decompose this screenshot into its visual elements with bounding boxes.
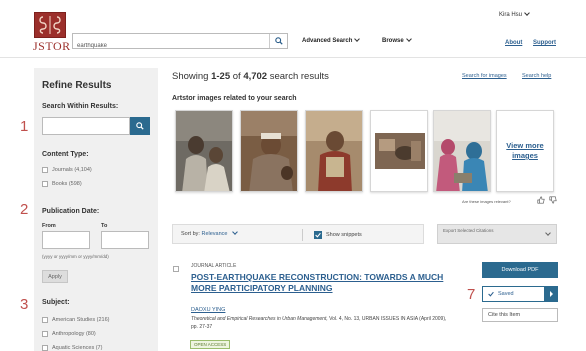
date-to-input[interactable] [101, 231, 149, 249]
subject-item-label: American Studies (216) [52, 317, 110, 323]
artstor-image-thumb[interactable] [370, 110, 428, 192]
sort-dropdown[interactable]: Sort by: Relevance [181, 229, 239, 237]
annotation-1: 1 [20, 118, 29, 135]
to-label: To [101, 223, 108, 229]
images-relevant-question: Are these images relevant? [462, 199, 511, 204]
subject-item-label: Anthropology (80) [52, 331, 96, 337]
checkbox[interactable] [42, 181, 48, 187]
search-images-link[interactable]: Search for images [462, 73, 507, 79]
export-label: Export Selected Citations [443, 228, 494, 233]
search-input[interactable] [73, 39, 263, 53]
view-more-images-link[interactable]: View more images [496, 110, 554, 192]
count-mid: of [230, 71, 244, 82]
cite-item-button[interactable]: Cite this Item [482, 308, 558, 322]
user-menu[interactable]: Kira Hsu [499, 10, 530, 18]
subject-label: Subject: [42, 299, 70, 306]
search-button[interactable] [269, 34, 287, 48]
chevron-down-icon [405, 36, 412, 42]
result-checkbox[interactable] [173, 266, 179, 272]
artstor-image-thumb[interactable] [305, 110, 363, 192]
count-total: 4,702 [243, 71, 268, 82]
artstor-heading: Artstor images related to your search [172, 95, 297, 102]
advanced-search-menu[interactable]: Advanced Search [302, 36, 361, 44]
search-icon [274, 37, 283, 45]
search-within-button[interactable] [130, 117, 150, 135]
date-from-input[interactable] [42, 231, 90, 249]
result-type: JOURNAL ARTICLE [191, 263, 237, 269]
result-title-link[interactable]: POST-EARTHQUAKE RECONSTRUCTION: TOWARDS … [191, 272, 453, 294]
count-prefix: Showing [172, 71, 212, 82]
checkbox[interactable] [42, 331, 48, 337]
checkmark-icon [315, 232, 321, 238]
apply-button[interactable]: Apply [42, 270, 68, 283]
search-help-link[interactable]: Search help [522, 73, 551, 79]
annotation-3: 3 [20, 296, 29, 313]
results-count: Showing 1-25 of 4,702 search results [172, 71, 329, 82]
artstor-image-thumb[interactable] [433, 110, 491, 192]
sort-label: Sort by: [181, 231, 200, 237]
results-toolbar: Sort by: Relevance Show snippets [172, 224, 424, 244]
content-type-books[interactable]: Books (598) [42, 181, 82, 187]
result-author-link[interactable]: DAOXU YING [191, 307, 225, 313]
browse-menu[interactable]: Browse [382, 36, 412, 44]
content-type-label-journals: Journals (4,104) [52, 167, 92, 173]
divider [302, 229, 303, 241]
sort-value: Relevance [201, 231, 228, 237]
chevron-down-icon [232, 229, 239, 235]
support-link[interactable]: Support [533, 40, 556, 46]
search-within-input[interactable] [42, 117, 130, 135]
user-name: Kira Hsu [499, 12, 523, 18]
search-icon [136, 122, 144, 130]
browse-label: Browse [382, 38, 404, 44]
refine-sidebar: Refine Results Search Within Results: Co… [34, 68, 158, 351]
checkmark-icon [488, 291, 494, 297]
result-journal: Theoretical and Empirical Researches in … [191, 316, 328, 322]
subject-item[interactable]: Aquatic Sciences (7) [42, 345, 102, 351]
saved-options-button[interactable] [544, 286, 558, 302]
advanced-search-label: Advanced Search [302, 38, 353, 44]
saved-button[interactable]: Saved [482, 286, 558, 302]
artstor-image-thumb[interactable] [240, 110, 298, 192]
checkbox[interactable] [42, 345, 48, 351]
about-link[interactable]: About [505, 40, 522, 46]
jstor-logo-mark[interactable] [34, 12, 66, 38]
count-range: 1-25 [211, 71, 231, 82]
result-source: Theoretical and Empirical Researches in … [191, 315, 453, 331]
chevron-right-icon [549, 291, 553, 297]
download-pdf-button[interactable]: Download PDF [482, 262, 558, 278]
checkbox[interactable] [42, 167, 48, 173]
relevance-feedback [537, 196, 557, 204]
date-format-hint: (yyyy or yyyy/mm or yyyy/mm/dd) [42, 254, 109, 259]
content-type-journals[interactable]: Journals (4,104) [42, 167, 92, 173]
refine-title: Refine Results [42, 80, 112, 91]
content-type-label: Content Type: [42, 151, 89, 158]
saved-label: Saved [498, 291, 514, 297]
search-bar [72, 33, 288, 53]
from-label: From [42, 223, 56, 229]
annotation-7: 7 [467, 286, 476, 303]
checkbox-checked[interactable] [314, 231, 322, 239]
show-snippets-toggle[interactable]: Show snippets [314, 231, 362, 239]
chevron-down-icon [354, 36, 361, 42]
publication-date-label: Publication Date: [42, 208, 100, 215]
jstor-logo-text[interactable]: JSTOR [33, 39, 71, 54]
checkbox[interactable] [42, 317, 48, 323]
subject-item[interactable]: American Studies (216) [42, 317, 109, 323]
open-access-badge: OPEN ACCESS [190, 340, 231, 349]
search-within-label: Search Within Results: [42, 103, 119, 110]
thumbs-down-icon[interactable] [549, 196, 557, 204]
thumbs-up-icon[interactable] [537, 196, 545, 204]
artstor-image-thumb[interactable] [175, 110, 233, 192]
count-suffix: search results [267, 71, 329, 82]
show-snippets-label: Show snippets [326, 232, 362, 238]
header: JSTOR Advanced Search Browse Kira Hsu Ab… [0, 0, 586, 58]
content-type-label-books: Books (598) [52, 181, 82, 187]
subject-item[interactable]: Anthropology (80) [42, 331, 96, 337]
chevron-down-icon [545, 230, 551, 236]
annotation-2: 2 [20, 201, 29, 218]
export-citations-dropdown[interactable]: Export Selected Citations [437, 224, 557, 244]
subject-item-label: Aquatic Sciences (7) [52, 345, 103, 351]
chevron-down-icon [524, 10, 530, 16]
